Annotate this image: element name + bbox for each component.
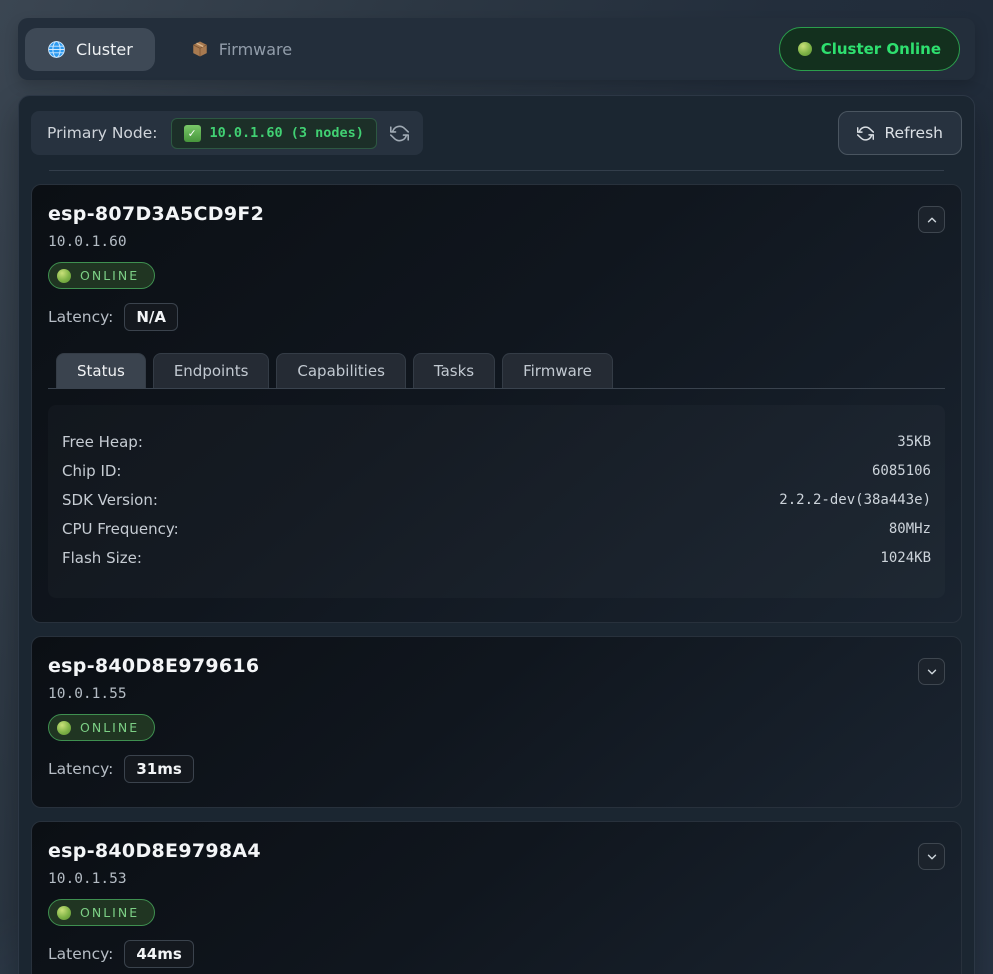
navbar: Cluster Firmware Cluster Online [18,18,975,80]
node-card-esp-840D8E979616: esp-840D8E979616 10.0.1.55 ONLINE Latenc… [31,636,962,808]
tab-firmware-node[interactable]: Firmware [502,353,613,388]
node-card-esp-840D8E9798A4: esp-840D8E9798A4 10.0.1.53 ONLINE Latenc… [31,821,962,974]
latency-label: Latency: [48,760,113,778]
cluster-online-badge: Cluster Online [779,27,960,71]
refresh-button-label: Refresh [884,124,943,142]
node-ip: 10.0.1.60 [48,234,945,250]
sync-icon[interactable] [390,124,409,143]
status-badge-label: ONLINE [80,268,139,283]
field-value: 35KB [897,434,931,450]
field-value: 6085106 [872,463,931,479]
node-ip: 10.0.1.55 [48,686,945,702]
primary-node-value: 10.0.1.60 (3 nodes) [210,125,364,141]
tab-cluster[interactable]: Cluster [25,28,155,71]
tab-capabilities[interactable]: Capabilities [276,353,406,388]
tab-tasks[interactable]: Tasks [413,353,495,388]
field-label: Free Heap: [62,433,143,451]
field-label: CPU Frequency: [62,520,179,538]
tab-firmware[interactable]: Firmware [187,28,296,71]
node-title: esp-807D3A5CD9F2 [48,203,945,225]
tab-status[interactable]: Status [56,353,146,388]
table-row: Flash Size: 1024KB [62,543,931,572]
primary-node-bar: Primary Node: ✓ 10.0.1.60 (3 nodes) [31,111,423,155]
latency-row: Latency: 31ms [48,755,945,783]
field-label: Chip ID: [62,462,121,480]
collapse-button[interactable] [918,206,945,233]
table-row: CPU Frequency: 80MHz [62,514,931,543]
status-badge: ONLINE [48,714,155,741]
table-row: Free Heap: 35KB [62,427,931,456]
status-badge: ONLINE [48,262,155,289]
green-dot-icon [798,42,812,56]
latency-label: Latency: [48,308,113,326]
main-container: Primary Node: ✓ 10.0.1.60 (3 nodes) [18,95,975,974]
package-icon [191,40,209,58]
expand-button[interactable] [918,843,945,870]
field-label: SDK Version: [62,491,158,509]
chevron-up-icon [925,213,939,227]
status-panel: Free Heap: 35KB Chip ID: 6085106 SDK Ver… [48,405,945,598]
green-dot-icon [57,721,71,735]
refresh-icon [857,125,874,142]
latency-row: Latency: 44ms [48,940,945,968]
primary-node-label: Primary Node: [47,124,158,142]
node-card-esp-807D3A5CD9F2: esp-807D3A5CD9F2 10.0.1.60 ONLINE Latenc… [31,184,962,623]
table-row: SDK Version: 2.2.2-dev(38a443e) [62,485,931,514]
latency-row: Latency: N/A [48,303,945,331]
tab-endpoints[interactable]: Endpoints [153,353,270,388]
page: Cluster Firmware Cluster Online Primary … [0,0,993,974]
latency-value: 44ms [124,940,193,968]
field-label: Flash Size: [62,549,142,567]
green-dot-icon [57,269,71,283]
status-badge-label: ONLINE [80,720,139,735]
green-dot-icon [57,906,71,920]
field-value: 1024KB [880,550,931,566]
node-tabs: Status Endpoints Capabilities Tasks Firm… [48,353,945,389]
check-icon: ✓ [184,125,201,142]
field-value: 80MHz [889,521,931,537]
expand-button[interactable] [918,658,945,685]
refresh-button[interactable]: Refresh [838,111,962,155]
table-row: Chip ID: 6085106 [62,456,931,485]
tab-firmware-label: Firmware [219,40,292,59]
status-badge: ONLINE [48,899,155,926]
chevron-down-icon [925,665,939,679]
node-title: esp-840D8E979616 [48,655,945,677]
toolbar: Primary Node: ✓ 10.0.1.60 (3 nodes) [31,111,962,155]
tab-cluster-label: Cluster [76,40,133,59]
cluster-online-label: Cluster Online [821,40,941,58]
status-badge-label: ONLINE [80,905,139,920]
latency-value: N/A [124,303,178,331]
node-ip: 10.0.1.53 [48,871,945,887]
primary-node-badge: ✓ 10.0.1.60 (3 nodes) [171,118,377,149]
chevron-down-icon [925,850,939,864]
latency-value: 31ms [124,755,193,783]
node-title: esp-840D8E9798A4 [48,840,945,862]
latency-label: Latency: [48,945,113,963]
field-value: 2.2.2-dev(38a443e) [779,492,931,508]
toolbar-divider [49,170,944,171]
globe-icon [47,40,66,59]
